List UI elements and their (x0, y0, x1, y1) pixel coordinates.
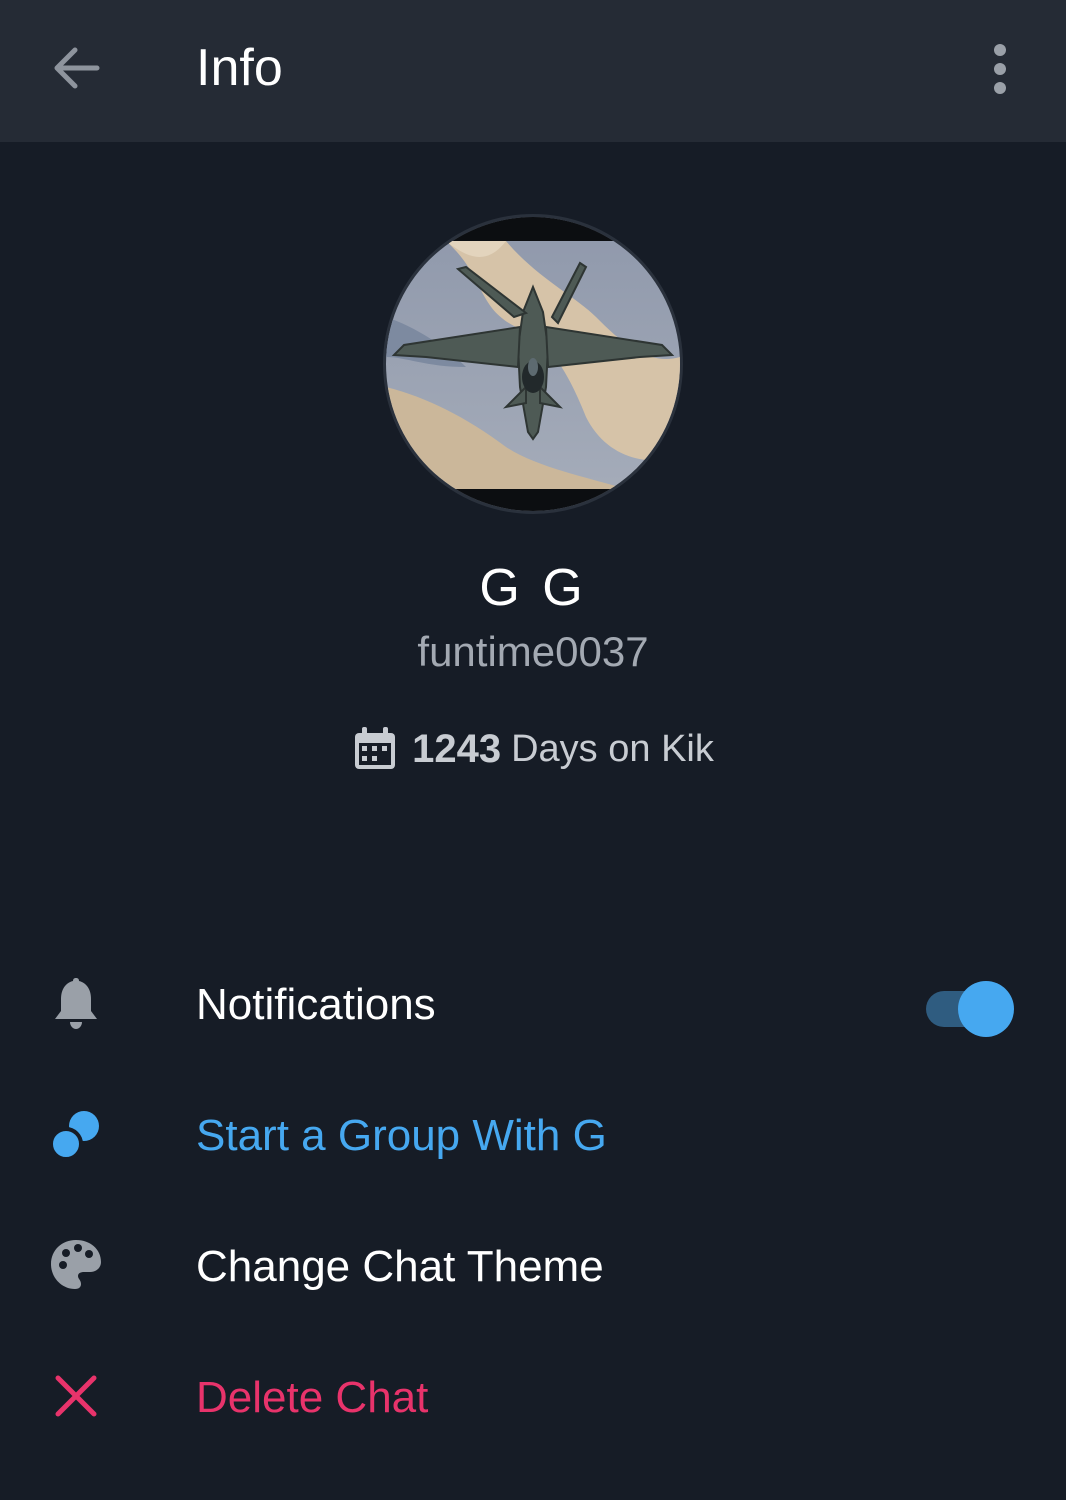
days-count: 1243 (412, 726, 502, 771)
bell-icon-wrap (46, 973, 106, 1033)
top-app-bar: Info (0, 0, 1066, 142)
change-theme-row[interactable]: Change Chat Theme (0, 1205, 1066, 1325)
change-theme-label: Change Chat Theme (196, 1242, 604, 1291)
notifications-label: Notifications (196, 980, 436, 1029)
arrow-left-icon (54, 47, 100, 89)
notifications-toggle[interactable] (926, 981, 1016, 1037)
palette-icon-wrap (46, 1235, 106, 1295)
more-options-button[interactable] (970, 34, 1030, 104)
back-button[interactable] (36, 30, 116, 106)
profile-avatar[interactable] (383, 214, 683, 514)
days-label: Days on Kik (511, 727, 714, 770)
toggle-knob (958, 981, 1014, 1037)
close-icon-wrap (46, 1366, 106, 1426)
palette-icon (51, 1240, 101, 1289)
days-on-kik: 1243 Days on Kik (0, 726, 1066, 772)
group-icon-wrap (46, 1104, 106, 1164)
notifications-row[interactable]: Notifications (0, 943, 1066, 1063)
calendar-icon (355, 727, 396, 769)
fighter-jet-photo (386, 217, 680, 511)
bell-icon (55, 978, 97, 1029)
delete-chat-row[interactable]: Delete Chat (0, 1336, 1066, 1456)
display-name: G G (479, 559, 587, 617)
group-icon (49, 1111, 99, 1161)
info-screen: Info G G funtime0037 1243 Days on Kik No… (0, 0, 1066, 1500)
more-vertical-icon (994, 44, 1006, 94)
username: funtime0037 (417, 628, 649, 675)
start-group-label: Start a Group With G (196, 1111, 607, 1160)
page-title: Info (196, 39, 283, 97)
start-group-row[interactable]: Start a Group With G (0, 1074, 1066, 1194)
delete-chat-label: Delete Chat (196, 1373, 429, 1422)
close-icon (55, 1375, 97, 1417)
